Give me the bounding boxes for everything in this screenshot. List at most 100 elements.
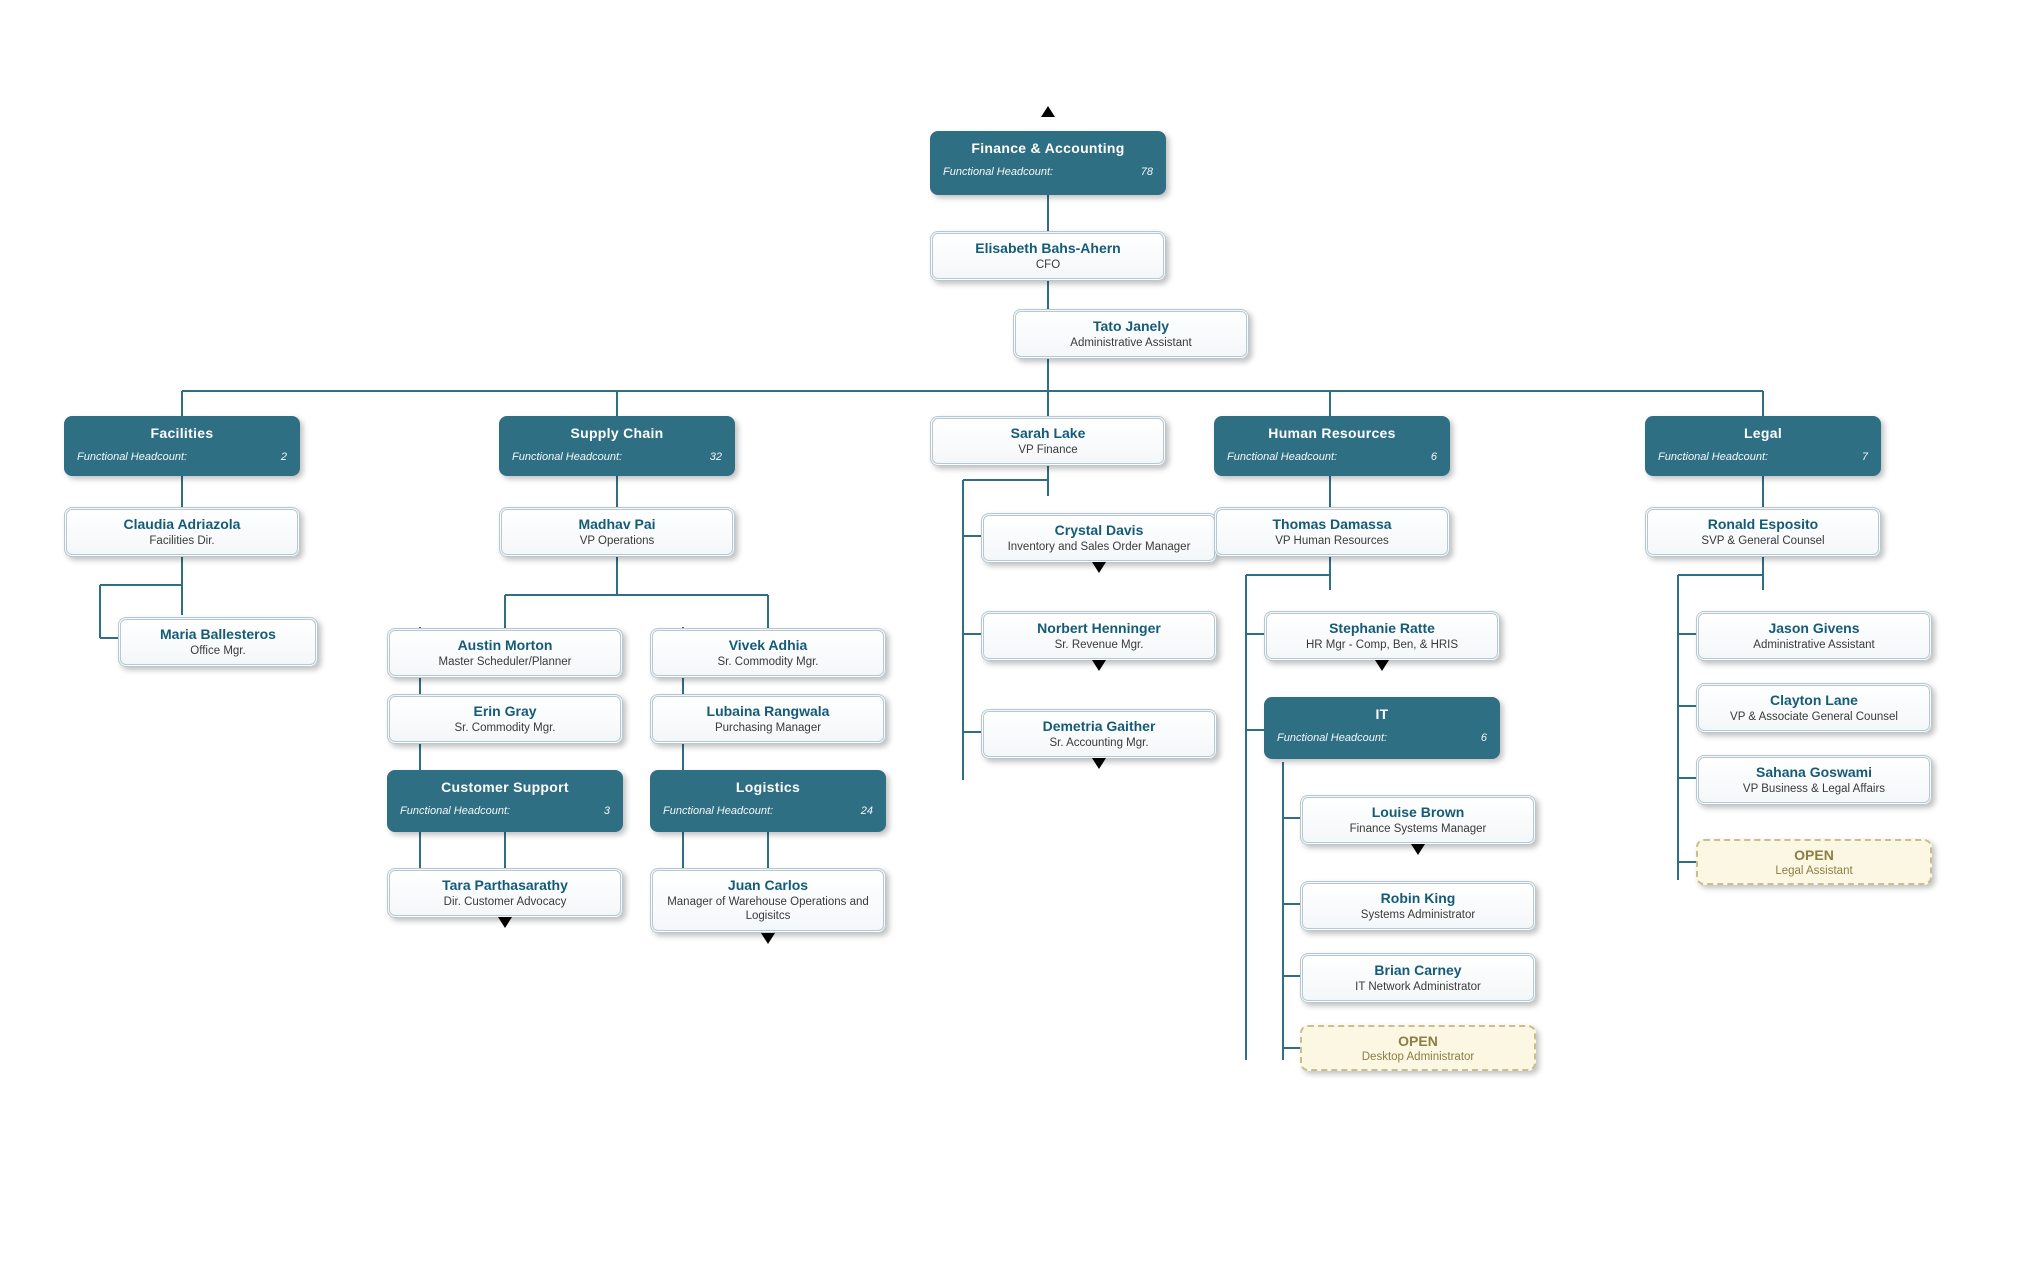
- down-arrow-icon: [1092, 758, 1106, 769]
- headcount-label: Functional Headcount:: [1658, 451, 1768, 463]
- person-name: Maria Ballesteros: [131, 626, 305, 642]
- person-dir-customer-advocacy[interactable]: Tara Parthasarathy Dir. Customer Advocac…: [387, 868, 623, 918]
- person-name: Lubaina Rangwala: [663, 703, 873, 719]
- person-vp-finance[interactable]: Sarah Lake VP Finance: [930, 416, 1166, 466]
- person-name: Robin King: [1313, 890, 1523, 906]
- down-arrow-icon: [761, 933, 775, 944]
- person-name: Juan Carlos: [663, 877, 873, 893]
- person-role: Manager of Warehouse Operations and Logi…: [663, 895, 873, 924]
- person-role: VP Operations: [512, 534, 722, 548]
- person-name: Madhav Pai: [512, 516, 722, 532]
- person-role: HR Mgr - Comp, Ben, & HRIS: [1277, 638, 1487, 652]
- person-role: CFO: [943, 258, 1153, 272]
- person-sys-admin[interactable]: Robin King Systems Administrator: [1300, 881, 1536, 931]
- person-role: Sr. Revenue Mgr.: [994, 638, 1204, 652]
- dept-facilities[interactable]: Facilities Functional Headcount: 2: [64, 416, 300, 476]
- person-name: Clayton Lane: [1709, 692, 1919, 708]
- headcount-label: Functional Headcount:: [943, 166, 1053, 178]
- down-arrow-icon: [1092, 562, 1106, 573]
- person-facilities-dir[interactable]: Claudia Adriazola Facilities Dir.: [64, 507, 300, 557]
- person-vp-ops[interactable]: Madhav Pai VP Operations: [499, 507, 735, 557]
- person-biz-legal[interactable]: Sahana Goswami VP Business & Legal Affai…: [1696, 755, 1932, 805]
- person-warehouse-ops-mgr[interactable]: Juan Carlos Manager of Warehouse Operati…: [650, 868, 886, 933]
- headcount-value: 78: [1141, 166, 1153, 178]
- down-arrow-icon: [1375, 660, 1389, 671]
- headcount-value: 3: [604, 805, 610, 817]
- headcount-value: 32: [710, 451, 722, 463]
- person-assoc-counsel[interactable]: Clayton Lane VP & Associate General Coun…: [1696, 683, 1932, 733]
- person-role: Administrative Assistant: [1026, 336, 1236, 350]
- dept-it[interactable]: IT Functional Headcount: 6: [1264, 697, 1500, 759]
- dept-title: Logistics: [663, 779, 873, 795]
- dept-title: Finance & Accounting: [943, 140, 1153, 156]
- person-inventory-sales-mgr[interactable]: Crystal Davis Inventory and Sales Order …: [981, 513, 1217, 563]
- dept-supply-chain[interactable]: Supply Chain Functional Headcount: 32: [499, 416, 735, 476]
- headcount-value: 24: [861, 805, 873, 817]
- person-name: Jason Givens: [1709, 620, 1919, 636]
- dept-legal[interactable]: Legal Functional Headcount: 7: [1645, 416, 1881, 476]
- person-vp-hr[interactable]: Thomas Damassa VP Human Resources: [1214, 507, 1450, 557]
- headcount-label: Functional Headcount:: [663, 805, 773, 817]
- person-role: Purchasing Manager: [663, 721, 873, 735]
- dept-title: IT: [1277, 706, 1487, 722]
- headcount-label: Functional Headcount:: [1277, 732, 1387, 744]
- headcount-value: 7: [1862, 451, 1868, 463]
- org-chart-canvas: Finance & Accounting Functional Headcoun…: [0, 0, 2019, 1274]
- person-name: Sarah Lake: [943, 425, 1153, 441]
- person-name: Thomas Damassa: [1227, 516, 1437, 532]
- person-name: Vivek Adhia: [663, 637, 873, 653]
- person-role: Sr. Commodity Mgr.: [400, 721, 610, 735]
- person-role: VP Human Resources: [1227, 534, 1437, 548]
- person-legal-admin[interactable]: Jason Givens Administrative Assistant: [1696, 611, 1932, 661]
- up-arrow-icon: [1041, 106, 1055, 117]
- person-purchasing-mgr[interactable]: Lubaina Rangwala Purchasing Manager: [650, 694, 886, 744]
- person-cfo[interactable]: Elisabeth Bahs-Ahern CFO: [930, 231, 1166, 281]
- person-office-mgr[interactable]: Maria Ballesteros Office Mgr.: [118, 617, 318, 667]
- person-name: Norbert Henninger: [994, 620, 1204, 636]
- person-sr-revenue-mgr[interactable]: Norbert Henninger Sr. Revenue Mgr.: [981, 611, 1217, 661]
- person-net-admin[interactable]: Brian Carney IT Network Administrator: [1300, 953, 1536, 1003]
- person-name: Demetria Gaither: [994, 718, 1204, 734]
- person-name: Austin Morton: [400, 637, 610, 653]
- headcount-value: 2: [281, 451, 287, 463]
- person-role: VP & Associate General Counsel: [1709, 710, 1919, 724]
- person-finance-systems-mgr[interactable]: Louise Brown Finance Systems Manager: [1300, 795, 1536, 845]
- open-label: OPEN: [1312, 1033, 1524, 1049]
- open-desktop-admin[interactable]: OPEN Desktop Administrator: [1300, 1025, 1536, 1071]
- dept-finance-accounting[interactable]: Finance & Accounting Functional Headcoun…: [930, 131, 1166, 195]
- headcount-label: Functional Headcount:: [400, 805, 510, 817]
- person-role: VP Business & Legal Affairs: [1709, 782, 1919, 796]
- person-admin-assistant[interactable]: Tato Janely Administrative Assistant: [1013, 309, 1249, 359]
- person-sr-accounting-mgr[interactable]: Demetria Gaither Sr. Accounting Mgr.: [981, 709, 1217, 759]
- person-role: Finance Systems Manager: [1313, 822, 1523, 836]
- person-role: Office Mgr.: [131, 644, 305, 658]
- dept-customer-support[interactable]: Customer Support Functional Headcount: 3: [387, 770, 623, 832]
- person-commodity-mgr-1[interactable]: Erin Gray Sr. Commodity Mgr.: [387, 694, 623, 744]
- person-name: Stephanie Ratte: [1277, 620, 1487, 636]
- dept-human-resources[interactable]: Human Resources Functional Headcount: 6: [1214, 416, 1450, 476]
- open-legal-assistant[interactable]: OPEN Legal Assistant: [1696, 839, 1932, 885]
- dept-logistics[interactable]: Logistics Functional Headcount: 24: [650, 770, 886, 832]
- person-svp-counsel[interactable]: Ronald Esposito SVP & General Counsel: [1645, 507, 1881, 557]
- person-hr-mgr[interactable]: Stephanie Ratte HR Mgr - Comp, Ben, & HR…: [1264, 611, 1500, 661]
- person-role: IT Network Administrator: [1313, 980, 1523, 994]
- person-name: Ronald Esposito: [1658, 516, 1868, 532]
- headcount-value: 6: [1431, 451, 1437, 463]
- down-arrow-icon: [1092, 660, 1106, 671]
- headcount-label: Functional Headcount:: [1227, 451, 1337, 463]
- person-name: Erin Gray: [400, 703, 610, 719]
- person-name: Tara Parthasarathy: [400, 877, 610, 893]
- person-commodity-mgr-2[interactable]: Vivek Adhia Sr. Commodity Mgr.: [650, 628, 886, 678]
- dept-title: Human Resources: [1227, 425, 1437, 441]
- person-name: Tato Janely: [1026, 318, 1236, 334]
- person-role: Dir. Customer Advocacy: [400, 895, 610, 909]
- down-arrow-icon: [1411, 844, 1425, 855]
- headcount-value: 6: [1481, 732, 1487, 744]
- person-role: Master Scheduler/Planner: [400, 655, 610, 669]
- person-name: Claudia Adriazola: [77, 516, 287, 532]
- person-name: Sahana Goswami: [1709, 764, 1919, 780]
- person-master-scheduler[interactable]: Austin Morton Master Scheduler/Planner: [387, 628, 623, 678]
- down-arrow-icon: [498, 917, 512, 928]
- open-label: OPEN: [1708, 847, 1920, 863]
- dept-title: Facilities: [77, 425, 287, 441]
